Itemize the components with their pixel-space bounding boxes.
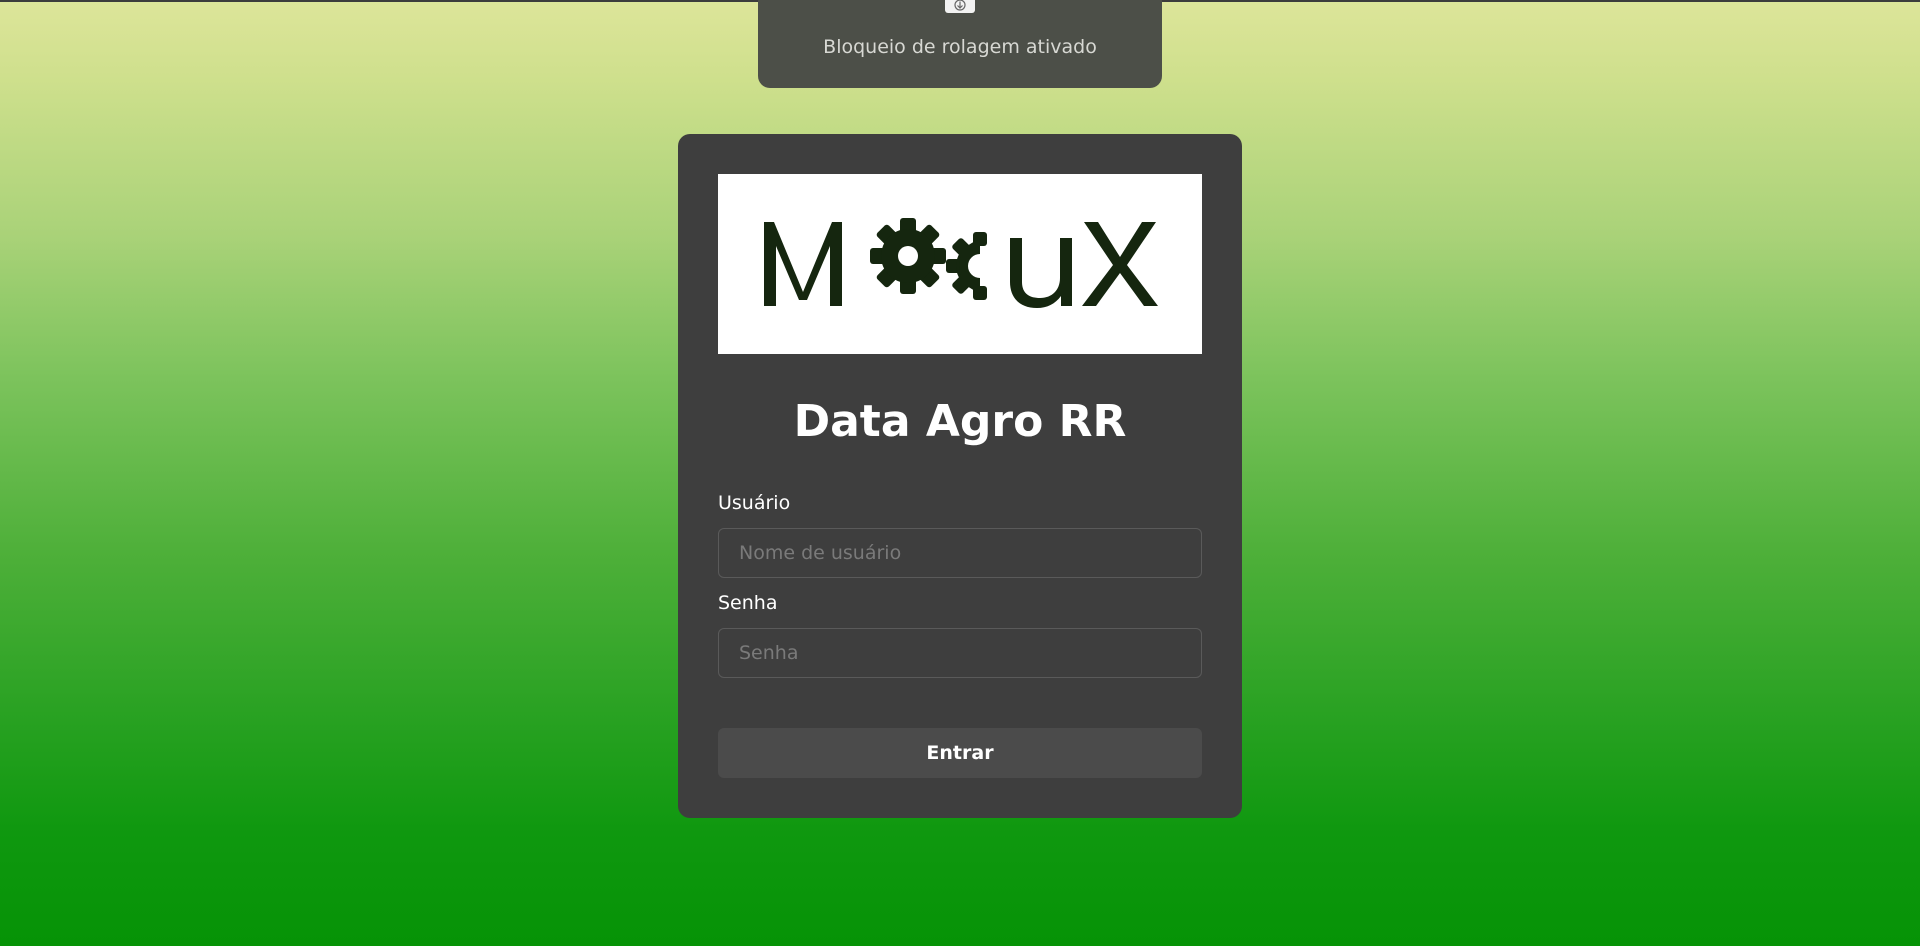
scroll-lock-icon [945,0,975,13]
password-label: Senha [718,592,778,614]
scroll-lock-toast: Bloqueio de rolagem ativado [758,0,1162,88]
app-title: Data Agro RR [793,396,1127,447]
username-input[interactable] [718,528,1202,578]
password-input[interactable] [718,628,1202,678]
login-card: Data Agro RR Usuário Senha Entrar [678,134,1242,818]
company-logo [718,174,1202,354]
username-label: Usuário [718,492,791,514]
scroll-lock-message: Bloqueio de rolagem ativado [823,36,1097,58]
login-button[interactable]: Entrar [718,728,1202,778]
